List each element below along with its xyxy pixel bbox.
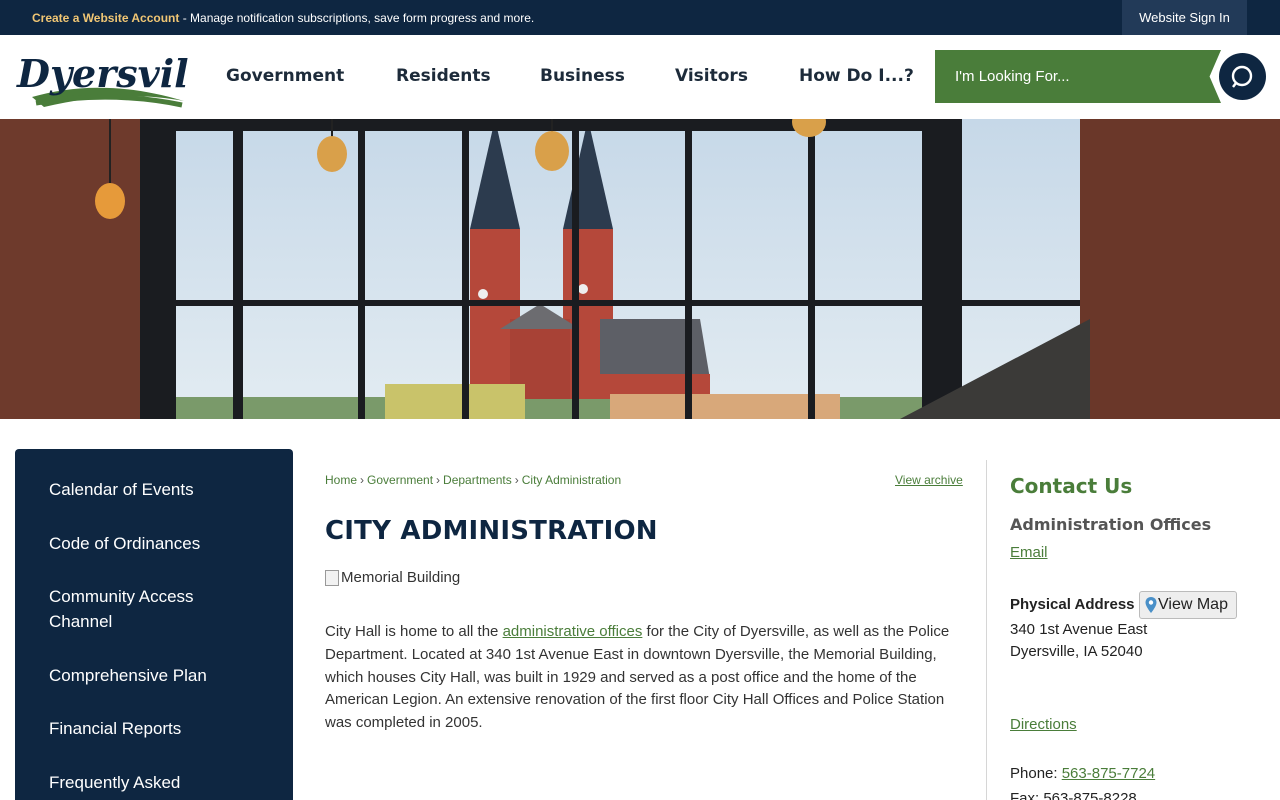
- address-street: 340 1st Avenue East: [1010, 621, 1148, 638]
- nav-visitors[interactable]: Visitors: [675, 66, 748, 86]
- image-alt-text: Memorial Building: [341, 569, 461, 586]
- body-text-start: City Hall is home to all the: [325, 623, 503, 640]
- map-pin-icon: [1145, 597, 1157, 613]
- physical-address-label: Physical Address: [1010, 596, 1135, 613]
- fax-line: Fax: 563-875-8228: [1010, 790, 1137, 800]
- nav-how-do-i[interactable]: How Do I...?: [799, 66, 914, 86]
- fax-label: Fax:: [1010, 790, 1044, 800]
- memorial-building-image: Memorial Building: [325, 569, 460, 586]
- account-message-text: - Manage notification subscriptions, sav…: [179, 11, 535, 25]
- nav-business[interactable]: Business: [540, 66, 625, 86]
- view-map-label: View Map: [1158, 596, 1228, 613]
- office-name: Administration Offices: [1010, 515, 1212, 534]
- phone-link[interactable]: 563-875-7724: [1062, 765, 1155, 782]
- contact-us-heading: Contact Us: [1010, 474, 1133, 498]
- sidebar-nav: Calendar of Events Code of Ordinances Co…: [15, 449, 293, 800]
- body-paragraph: City Hall is home to all the administrat…: [325, 621, 965, 735]
- view-archive-link[interactable]: View archive: [895, 473, 963, 487]
- sidebar-item-ordinances[interactable]: Code of Ordinances: [49, 531, 249, 556]
- page-title: CITY ADMINISTRATION: [325, 516, 658, 546]
- site-header: Dyersville Government Residents Business…: [0, 35, 1280, 119]
- logo-text: Dyersville: [16, 51, 189, 96]
- search-button[interactable]: [1219, 53, 1266, 100]
- breadcrumb-home[interactable]: Home: [325, 473, 357, 487]
- create-account-link[interactable]: Create a Website Account: [32, 11, 179, 25]
- email-link[interactable]: Email: [1010, 544, 1048, 561]
- search-input[interactable]: I'm Looking For...: [935, 50, 1221, 103]
- sign-in-button[interactable]: Website Sign In: [1122, 0, 1247, 35]
- directions-link[interactable]: Directions: [1010, 716, 1077, 733]
- account-message: Create a Website Account - Manage notifi…: [32, 11, 534, 25]
- hero-image: [0, 119, 1280, 419]
- breadcrumb-departments[interactable]: Departments: [443, 473, 512, 487]
- dyersville-logo[interactable]: Dyersville: [14, 45, 189, 111]
- nav-residents[interactable]: Residents: [396, 66, 491, 86]
- address-city: Dyersville, IA 52040: [1010, 643, 1143, 660]
- sidebar-item-community-access[interactable]: Community Access Channel: [49, 584, 249, 634]
- phone-label: Phone:: [1010, 765, 1062, 782]
- breadcrumb: Home › Government › Departments › City Adminis…: [325, 473, 622, 487]
- sidebar-item-faq[interactable]: Frequently Asked: [49, 770, 249, 795]
- fax-number: 563-875-8228: [1043, 790, 1137, 800]
- sidebar-item-calendar[interactable]: Calendar of Events: [49, 477, 249, 502]
- breadcrumb-city-administration[interactable]: City Administration: [522, 473, 621, 487]
- phone-line: Phone: 563-875-7724: [1010, 765, 1155, 782]
- sidebar-item-financial-reports[interactable]: Financial Reports: [49, 716, 249, 741]
- nav-government[interactable]: Government: [226, 66, 344, 86]
- broken-image-icon: [325, 569, 339, 586]
- breadcrumb-government[interactable]: Government: [367, 473, 433, 487]
- administrative-offices-link[interactable]: administrative offices: [503, 623, 643, 640]
- top-bar: Create a Website Account - Manage notifi…: [0, 0, 1280, 35]
- view-map-button[interactable]: View Map: [1139, 591, 1237, 619]
- search-icon: [1231, 65, 1252, 88]
- search-placeholder: I'm Looking For...: [955, 68, 1070, 85]
- column-divider: [986, 460, 987, 800]
- sidebar-item-comprehensive-plan[interactable]: Comprehensive Plan: [49, 663, 249, 688]
